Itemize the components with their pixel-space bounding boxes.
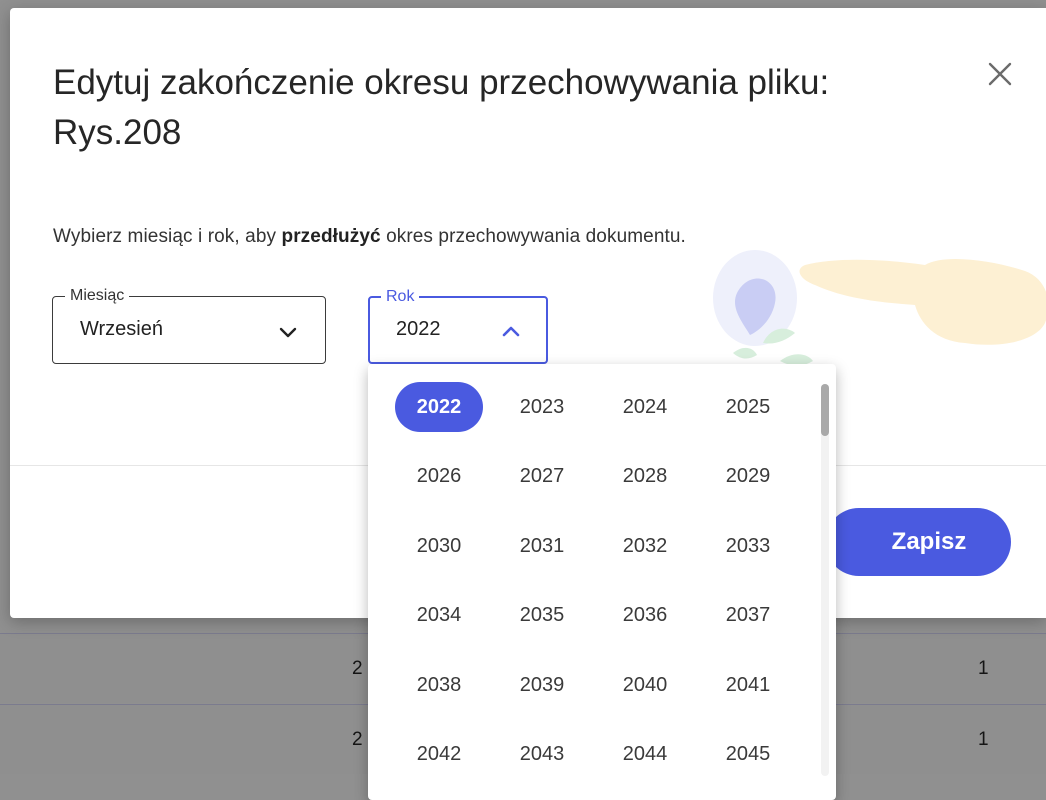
chevron-down-icon bbox=[279, 327, 297, 338]
instruction-emphasis: przedłużyć bbox=[281, 226, 381, 247]
table-cell: 1 bbox=[978, 658, 989, 679]
close-icon bbox=[988, 62, 1012, 86]
year-option-2039[interactable]: 2039 bbox=[498, 660, 586, 710]
year-option-2034[interactable]: 2034 bbox=[395, 591, 483, 641]
scrollbar-thumb[interactable] bbox=[821, 384, 829, 436]
year-option-2024[interactable]: 2024 bbox=[601, 382, 689, 432]
year-dropdown: 2022 2023 2024 2025 2026 2027 2028 2029 2030 2031… bbox=[368, 364, 836, 800]
table-cell: 2 bbox=[352, 658, 363, 679]
year-option-2029[interactable]: 2029 bbox=[704, 452, 792, 502]
month-value: Wrzesień bbox=[80, 318, 163, 340]
year-option-2044[interactable]: 2044 bbox=[601, 730, 689, 780]
save-button[interactable]: Zapisz bbox=[825, 508, 1011, 576]
year-select[interactable]: Rok 2022 bbox=[368, 287, 548, 364]
year-option-2025[interactable]: 2025 bbox=[704, 382, 792, 432]
month-label: Miesiąc bbox=[65, 286, 130, 306]
year-option-2028[interactable]: 2028 bbox=[601, 452, 689, 502]
year-option-2031[interactable]: 2031 bbox=[498, 521, 586, 571]
year-option-2026[interactable]: 2026 bbox=[395, 452, 483, 502]
chevron-up-icon bbox=[502, 326, 520, 337]
year-option-2022[interactable]: 2022 bbox=[395, 382, 483, 432]
instruction-text-end: okres przechowywania dokumentu. bbox=[380, 226, 686, 247]
year-option-2036[interactable]: 2036 bbox=[601, 591, 689, 641]
year-option-2035[interactable]: 2035 bbox=[498, 591, 586, 641]
year-value: 2022 bbox=[396, 318, 441, 340]
year-option-2038[interactable]: 2038 bbox=[395, 660, 483, 710]
year-option-2040[interactable]: 2040 bbox=[601, 660, 689, 710]
year-option-2023[interactable]: 2023 bbox=[498, 382, 586, 432]
close-button[interactable] bbox=[982, 56, 1018, 92]
page: 2 1 2 1 Edytuj zakończenie okresu przech… bbox=[0, 0, 1046, 800]
year-option-2042[interactable]: 2042 bbox=[395, 730, 483, 780]
table-cell: 2 bbox=[352, 729, 363, 750]
dialog-title: Edytuj zakończenie okresu przechowywania… bbox=[53, 63, 830, 152]
year-option-2032[interactable]: 2032 bbox=[601, 521, 689, 571]
year-option-2041[interactable]: 2041 bbox=[704, 660, 792, 710]
year-option-2027[interactable]: 2027 bbox=[498, 452, 586, 502]
year-option-2030[interactable]: 2030 bbox=[395, 521, 483, 571]
year-option-2037[interactable]: 2037 bbox=[704, 591, 792, 641]
year-option-2045[interactable]: 2045 bbox=[704, 730, 792, 780]
scrollbar-track[interactable] bbox=[821, 384, 829, 776]
table-cell: 1 bbox=[978, 729, 989, 750]
year-option-2033[interactable]: 2033 bbox=[704, 521, 792, 571]
year-option-2043[interactable]: 2043 bbox=[498, 730, 586, 780]
dialog-instruction: Wybierz miesiąc i rok, aby przedłużyć ok… bbox=[53, 226, 686, 248]
month-select[interactable]: Miesiąc Wrzesień bbox=[52, 286, 326, 364]
year-label: Rok bbox=[381, 287, 420, 307]
instruction-text: Wybierz miesiąc i rok, aby bbox=[53, 226, 282, 247]
